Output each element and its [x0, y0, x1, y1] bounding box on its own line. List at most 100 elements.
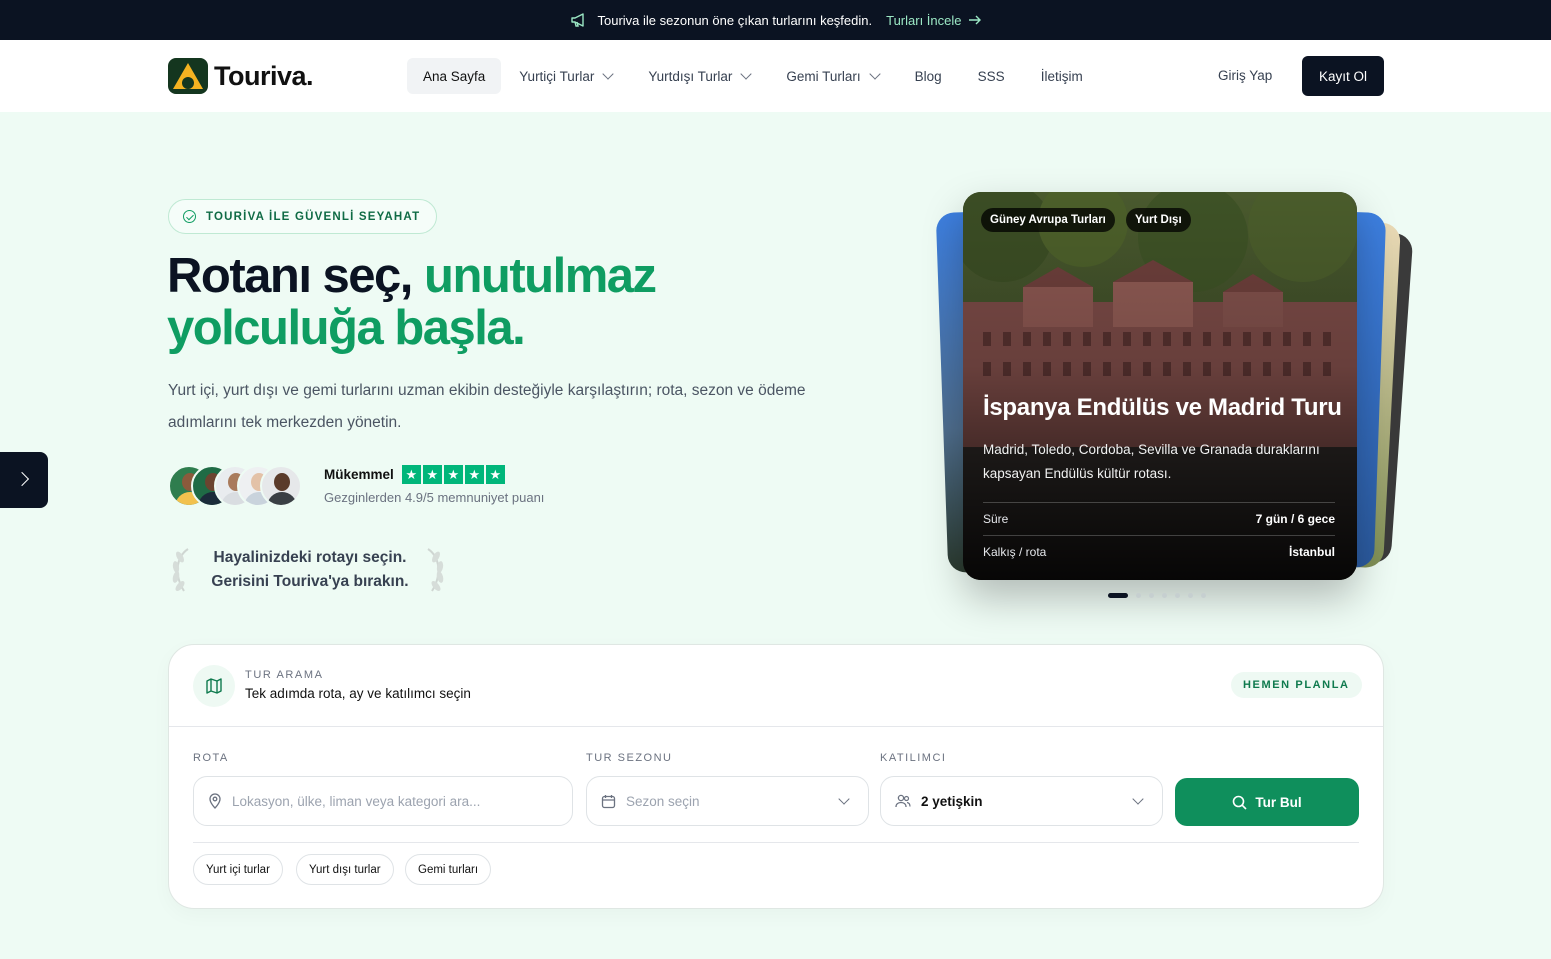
tour-departure-row: Kalkış / rota İstanbul: [983, 535, 1335, 568]
map-icon: [193, 665, 235, 707]
headline-dark: Rotanı seç,: [167, 249, 413, 303]
rating-label: Mükemmel: [324, 467, 394, 482]
tour-search-panel: TUR ARAMA Tek adımda rota, ay ve katılım…: [168, 644, 1384, 909]
nav-item-label: Yurtdışı Turlar: [648, 68, 733, 84]
hero-description: Yurt içi, yurt dışı ve gemi turlarını uz…: [168, 382, 806, 431]
find-tour-button[interactable]: Tur Bul: [1175, 778, 1359, 826]
check-circle-icon: [183, 210, 196, 223]
tour-row-label: Kalkış / rota: [983, 545, 1047, 559]
trust-badge: TOURİVA İLE GÜVENLİ SEYAHAT: [168, 199, 438, 234]
rating-stars: ★ ★ ★ ★ ★: [401, 465, 505, 484]
users-icon: [895, 794, 911, 808]
season-select[interactable]: Sezon seçin: [586, 776, 869, 826]
nav-item-yurtdisi-turlar[interactable]: Yurtdışı Turlar: [630, 58, 768, 94]
brand-logo[interactable]: Touriva.: [168, 58, 314, 94]
traveler-avatars: [168, 465, 308, 509]
laurel-right-icon: [422, 545, 448, 595]
star-icon: ★: [443, 465, 463, 484]
announcement-bar: Touriva ile sezonun öne çıkan turlarını …: [0, 0, 1551, 40]
tour-tag[interactable]: Yurt Dışı: [1126, 208, 1191, 232]
brand-name: Touriva.: [214, 60, 314, 91]
filter-chip-yurt-disi[interactable]: Yurt dışı turlar: [296, 854, 394, 885]
star-icon: ★: [485, 465, 505, 484]
carousel-dot[interactable]: [1162, 593, 1167, 598]
nav-item-ana-sayfa[interactable]: Ana Sayfa: [407, 58, 502, 94]
nav-item-label: Gemi Turları: [786, 68, 861, 84]
season-placeholder: Sezon seçin: [626, 793, 700, 809]
megaphone-icon: [570, 13, 584, 27]
tour-duration-row: Süre 7 gün / 6 gece: [983, 502, 1335, 535]
star-icon: ★: [464, 465, 484, 484]
divider: [193, 842, 1359, 843]
carousel-dot[interactable]: [1136, 593, 1141, 598]
register-button[interactable]: Kayıt Ol: [1302, 56, 1384, 96]
filter-chip-yurt-ici[interactable]: Yurt içi turlar: [193, 854, 283, 885]
calendar-icon: [601, 794, 616, 808]
chevron-down-icon: [1132, 793, 1144, 805]
announcement-link-label[interactable]: Turları İncele: [886, 13, 961, 28]
tour-row-value: 7 gün / 6 gece: [1255, 512, 1335, 526]
carousel-dot[interactable]: [1201, 593, 1206, 598]
star-icon: ★: [422, 465, 442, 484]
location-pin-icon: [209, 793, 221, 809]
nav-item-label: İletişim: [1040, 68, 1083, 84]
tour-tag[interactable]: Güney Avrupa Turları: [981, 208, 1115, 232]
nav-item-gemi-turlari[interactable]: Gemi Turları: [768, 58, 896, 94]
quote-line-2: Gerisini Touriva'ya bırakın.: [211, 573, 409, 590]
arrow-right-icon: [968, 15, 981, 25]
find-tour-label: Tur Bul: [1255, 794, 1302, 810]
season-label: TUR SEZONU: [586, 752, 673, 764]
login-link[interactable]: Giriş Yap: [1218, 68, 1272, 83]
nav-item-yurtici-turlar[interactable]: Yurtiçi Turlar: [501, 58, 630, 94]
hero-headline: Rotanı seç, unutulmaz yolculuğa başla.: [167, 250, 727, 354]
plan-now-badge[interactable]: HEMEN PLANLA: [1231, 672, 1362, 698]
divider: [169, 726, 1383, 727]
trust-badge-label: TOURİVA İLE GÜVENLİ SEYAHAT: [206, 210, 421, 223]
nav-item-label: Yurtiçi Turlar: [519, 68, 595, 84]
carousel-dot[interactable]: [1175, 593, 1180, 598]
chevron-down-icon: [838, 793, 850, 805]
headline-green-1: unutulmaz: [424, 249, 657, 303]
hero-quote: Hayalinizdeki rotayı seçin. Gerisini Tou…: [205, 546, 415, 594]
announcement-text: Touriva ile sezonun öne çıkan turlarını …: [597, 12, 873, 28]
headline-green-2: yolculuğa başla.: [167, 301, 526, 355]
search-title: Tek adımda rota, ay ve katılımcı seçin: [245, 686, 471, 701]
side-drawer-toggle[interactable]: [0, 452, 48, 508]
featured-tour-card[interactable]: Güney Avrupa Turları Yurt Dışı İspanya E…: [963, 192, 1357, 580]
quote-line-1: Hayalinizdeki rotayı seçin.: [213, 549, 407, 566]
chevron-down-icon: [868, 68, 881, 80]
chevron-down-icon: [740, 68, 753, 80]
carousel-dots: [1108, 593, 1206, 598]
logo-mark-icon: [168, 58, 208, 94]
tour-row-value: İstanbul: [1288, 545, 1335, 559]
carousel-dot[interactable]: [1188, 593, 1193, 598]
participants-select[interactable]: 2 yetişkin: [880, 776, 1163, 826]
laurel-left-icon: [168, 545, 194, 595]
filter-chip-gemi[interactable]: Gemi turları: [405, 854, 492, 885]
nav-item-iletisim[interactable]: İletişim: [1023, 58, 1101, 94]
avatar: [260, 465, 302, 507]
nav-item-blog[interactable]: Blog: [897, 58, 960, 94]
tour-row-label: Süre: [983, 512, 1009, 526]
nav-item-sss[interactable]: SSS: [960, 58, 1023, 94]
chevron-right-icon: [14, 471, 30, 487]
nav-item-label: SSS: [977, 68, 1005, 84]
tour-description: Madrid, Toledo, Cordoba, Sevilla ve Gran…: [983, 442, 1320, 481]
participants-label: KATILIMCI: [880, 752, 947, 764]
chevron-down-icon: [602, 68, 614, 80]
nav-item-label: Blog: [914, 68, 942, 84]
route-label: ROTA: [193, 752, 229, 764]
route-input[interactable]: Lokasyon, ülke, liman veya kategori ara.…: [193, 776, 573, 826]
nav-item-label: Ana Sayfa: [423, 68, 486, 84]
rating-block: Mükemmel ★ ★ ★ ★ ★ Gezginlerden 4.9/5 me…: [324, 465, 544, 505]
nav-menu: Ana Sayfa Yurtiçi Turlar Yurtdışı Turlar…: [407, 58, 1101, 94]
rating-subtitle: Gezginlerden 4.9/5 memnuniyet puanı: [324, 490, 545, 505]
search-kicker: TUR ARAMA: [245, 669, 324, 681]
tour-title: İspanya Endülüs ve Madrid Turu: [983, 394, 1342, 421]
participants-value: 2 yetişkin: [921, 793, 983, 809]
search-icon: [1233, 795, 1247, 810]
star-icon: ★: [401, 465, 421, 484]
announcement-link[interactable]: Turları İncele: [886, 13, 981, 28]
carousel-dot[interactable]: [1149, 593, 1154, 598]
carousel-dot[interactable]: [1108, 593, 1128, 598]
